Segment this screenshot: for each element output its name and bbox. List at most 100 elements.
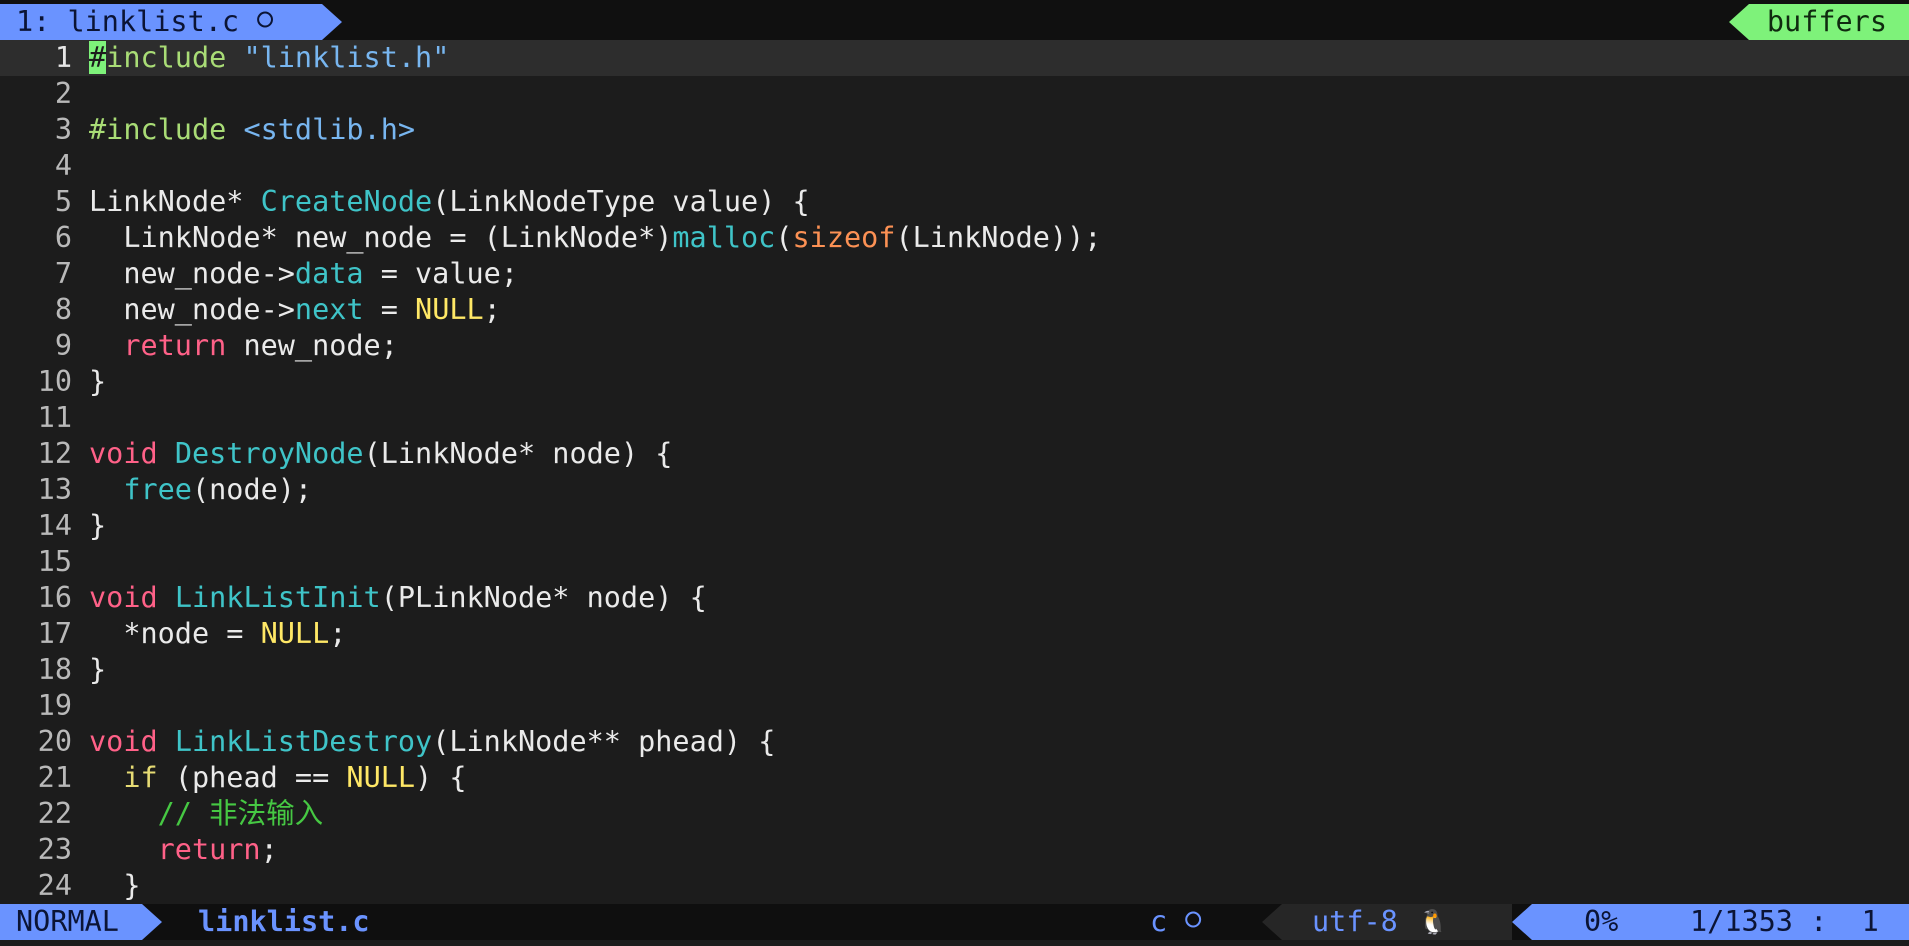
buffers-indicator[interactable]: buffers — [1729, 4, 1909, 40]
code-line[interactable]: 12 void DestroyNode(LinkNode* node) { — [0, 436, 1909, 472]
code-token: return — [123, 329, 227, 362]
line-content: return; — [89, 832, 278, 868]
status-encoding: utf-8 — [1312, 905, 1398, 938]
line-number: 20 — [37, 725, 72, 758]
statusline: NORMAL linklist.c c ⭘ utf-8 🐧 0% 1/1353 … — [0, 904, 1909, 940]
command-line[interactable] — [0, 940, 1909, 946]
code-line[interactable]: 18} — [0, 652, 1909, 688]
code-line[interactable]: 1 #include "linklist.h" — [0, 40, 1909, 76]
code-line[interactable]: 3 #include <stdlib.h> — [0, 112, 1909, 148]
code-line[interactable]: 11 — [0, 400, 1909, 436]
code-token: void — [89, 581, 158, 614]
code-token: return — [157, 833, 261, 866]
code-token: #include — [89, 113, 244, 146]
code-line[interactable]: 21 if (phead == NULL) { — [0, 760, 1909, 796]
status-filename: linklist.c — [198, 905, 370, 938]
code-token: *node = — [89, 617, 261, 650]
code-token: (phead == — [157, 761, 347, 794]
code-line[interactable]: 7 new_node->data = value; — [0, 256, 1909, 292]
line-number: 23 — [37, 833, 72, 866]
line-number: 14 — [37, 509, 72, 542]
code-token: new_node-> — [89, 257, 295, 290]
line-content: #include <stdlib.h> — [89, 112, 415, 148]
line-content: *node = NULL; — [89, 616, 346, 652]
code-line[interactable]: 19 — [0, 688, 1909, 724]
line-number: 5 — [54, 185, 72, 218]
code-line[interactable]: 15 — [0, 544, 1909, 580]
line-number: 3 — [54, 113, 72, 146]
line-number: 19 — [37, 689, 72, 722]
code-token: NULL — [346, 761, 416, 794]
code-token: LinkNode* new_node = (LinkNode*) — [89, 221, 673, 254]
code-line[interactable]: 13 free(node); — [0, 472, 1909, 508]
code-line[interactable]: 4 — [0, 148, 1909, 184]
linux-tux-icon: 🐧 — [1418, 908, 1448, 936]
code-token: } — [89, 653, 107, 686]
code-token: (PLinkNode* node) { — [380, 581, 707, 614]
text-cursor: # — [89, 41, 107, 74]
line-content: } — [89, 652, 106, 688]
line-number: 18 — [37, 653, 72, 686]
code-line[interactable]: 16 void LinkListInit(PLinkNode* node) { — [0, 580, 1909, 616]
status-percent: 0% — [1584, 905, 1619, 938]
code-token: include — [106, 41, 244, 74]
line-content: free(node); — [89, 472, 312, 508]
code-editor[interactable]: 1 #include "linklist.h" 2 3 #include <stdlib… — [0, 40, 1909, 904]
code-token: ( — [775, 221, 793, 254]
code-token: LinkListDestroy — [174, 725, 433, 758]
code-token: NULL — [260, 617, 330, 650]
code-token: sizeof — [792, 221, 896, 254]
code-token: // 非法输入 — [157, 797, 324, 830]
code-line[interactable]: 8 new_node->next = NULL; — [0, 292, 1909, 328]
code-line[interactable]: 22 // 非法输入 — [0, 796, 1909, 832]
code-line[interactable]: 24 } — [0, 868, 1909, 904]
code-token: (node); — [191, 473, 313, 506]
code-line[interactable]: 10} — [0, 364, 1909, 400]
line-number: 22 — [37, 797, 72, 830]
line-number: 11 — [37, 401, 72, 434]
code-token: CreateNode — [260, 185, 433, 218]
code-line[interactable]: 6 LinkNode* new_node = (LinkNode*)malloc… — [0, 220, 1909, 256]
line-number: 12 — [37, 437, 72, 470]
line-content: void LinkListInit(PLinkNode* node) { — [89, 580, 707, 616]
line-number: 2 — [54, 77, 72, 110]
line-content: void DestroyNode(LinkNode* node) { — [89, 436, 672, 472]
code-line[interactable]: 20 void LinkListDestroy(LinkNode** phead)… — [0, 724, 1909, 760]
line-number: 15 — [37, 545, 72, 578]
line-number: 16 — [37, 581, 72, 614]
c-language-icon: ⭘ — [256, 8, 274, 33]
code-token: ) { — [415, 761, 467, 794]
line-number: 13 — [37, 473, 72, 506]
code-token: "linklist.h" — [243, 41, 450, 74]
status-filetype: c ⭘ — [1150, 904, 1202, 941]
tabline: 1: linklist.c ⭘ buffers — [0, 0, 1909, 40]
code-line[interactable]: 14} — [0, 508, 1909, 544]
line-number: 9 — [54, 329, 72, 362]
line-number: 6 — [54, 221, 72, 254]
line-number: 7 — [54, 257, 72, 290]
code-token: new_node; — [226, 329, 398, 362]
line-content: #include "linklist.h" — [89, 40, 449, 76]
code-line[interactable]: 5 LinkNode* CreateNode(LinkNodeType value… — [0, 184, 1909, 220]
code-token: (LinkNodeType value) { — [432, 185, 810, 218]
line-number: 24 — [37, 869, 72, 902]
line-content: // 非法输入 — [89, 796, 323, 832]
code-line[interactable]: 9 return new_node; — [0, 328, 1909, 364]
code-line[interactable]: 23 return; — [0, 832, 1909, 868]
line-content: return new_node; — [89, 328, 398, 364]
code-line[interactable]: 17 *node = NULL; — [0, 616, 1909, 652]
code-token: ; — [329, 617, 347, 650]
code-token: new_node-> — [89, 293, 295, 326]
code-token: void — [89, 437, 158, 470]
code-line[interactable]: 2 — [0, 76, 1909, 112]
code-token: void — [89, 725, 158, 758]
tab-linklist-c[interactable]: 1: linklist.c ⭘ — [0, 4, 342, 40]
code-token: = value; — [363, 257, 518, 290]
line-number: 10 — [37, 365, 72, 398]
line-number: 1 — [54, 41, 72, 74]
